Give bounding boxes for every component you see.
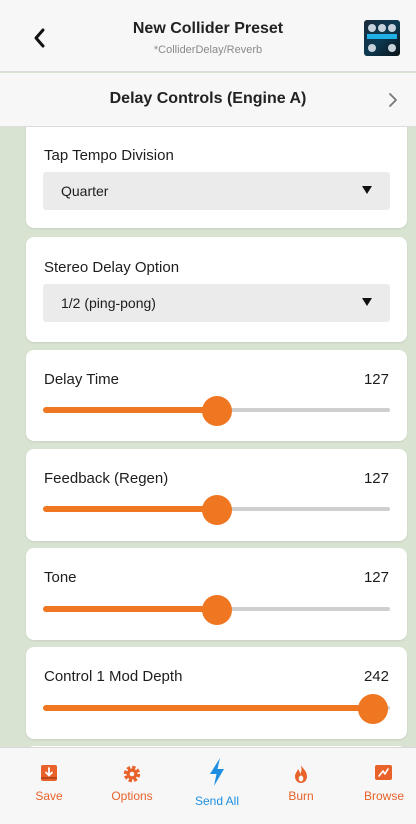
browse-label: Browse <box>363 789 404 803</box>
section-header: Delay Controls (Engine A) <box>0 73 416 127</box>
mod-depth-slider[interactable] <box>43 694 390 724</box>
preset-title: New Collider Preset <box>132 20 284 37</box>
stereo-delay-value: 1/2 (ping-pong) <box>61 295 156 311</box>
stereo-delay-select[interactable]: 1/2 (ping-pong) <box>43 284 390 322</box>
save-label: Save <box>35 789 63 803</box>
tap-tempo-select[interactable]: Quarter <box>43 172 390 210</box>
header: New Collider Preset *ColliderDelay/Rever… <box>0 0 416 72</box>
tone-card: Tone 127 <box>26 548 407 640</box>
slider-fill <box>43 606 217 612</box>
next-section-button[interactable] <box>386 91 400 109</box>
burn-label: Burn <box>288 789 314 803</box>
slider-thumb[interactable] <box>201 595 232 625</box>
stereo-delay-card: Stereo Delay Option 1/2 (ping-pong) <box>26 237 407 342</box>
options-button[interactable]: Options <box>92 748 172 824</box>
tap-tempo-value: Quarter <box>61 183 109 199</box>
slider-fill <box>43 506 217 512</box>
delay-time-slider[interactable] <box>43 396 390 426</box>
delay-time-card: Delay Time 127 <box>26 350 407 441</box>
dropdown-arrow-icon <box>362 186 372 194</box>
stereo-delay-label: Stereo Delay Option <box>44 259 180 276</box>
tap-tempo-label: Tap Tempo Division <box>44 147 174 164</box>
tone-label: Tone <box>44 569 77 586</box>
slider-fill <box>43 705 373 711</box>
feedback-slider[interactable] <box>43 495 390 525</box>
save-icon <box>41 765 57 781</box>
send-all-button[interactable]: Send All <box>177 748 257 824</box>
tap-tempo-card: Tap Tempo Division Quarter <box>26 127 407 228</box>
feedback-value: 127 <box>363 470 389 487</box>
tone-value: 127 <box>363 569 389 586</box>
lightning-icon <box>210 758 224 786</box>
dropdown-arrow-icon <box>362 298 372 306</box>
controls-list[interactable]: Tap Tempo Division Quarter Stereo Delay … <box>0 127 416 747</box>
burn-button[interactable]: Burn <box>261 748 341 824</box>
gear-icon <box>123 765 141 783</box>
slider-thumb[interactable] <box>201 396 232 426</box>
delay-time-label: Delay Time <box>44 371 120 388</box>
slider-thumb[interactable] <box>201 495 232 525</box>
send-all-label: Send All <box>194 794 240 808</box>
mod-depth-value: 242 <box>363 668 389 685</box>
mod-depth-label: Control 1 Mod Depth <box>44 668 183 685</box>
feedback-label: Feedback (Regen) <box>44 470 169 487</box>
save-button[interactable]: Save <box>9 748 89 824</box>
chevron-right-icon <box>389 93 397 107</box>
section-title: Delay Controls (Engine A) <box>109 90 307 107</box>
options-label: Options <box>111 789 153 803</box>
delay-time-value: 127 <box>363 371 389 388</box>
flame-icon <box>295 765 307 783</box>
pedal-thumbnail[interactable] <box>364 20 400 56</box>
slider-fill <box>43 407 217 413</box>
tone-slider[interactable] <box>43 595 390 625</box>
preset-subtitle: *ColliderDelay/Reverb <box>153 44 263 56</box>
mod-depth-card: Control 1 Mod Depth 242 <box>26 647 407 739</box>
feedback-card: Feedback (Regen) 127 <box>26 449 407 541</box>
browse-icon <box>375 765 392 780</box>
slider-thumb[interactable] <box>357 694 388 724</box>
browse-button[interactable]: Browse <box>344 748 416 824</box>
bottom-toolbar: Save Options Send All Burn Browse <box>0 747 416 824</box>
